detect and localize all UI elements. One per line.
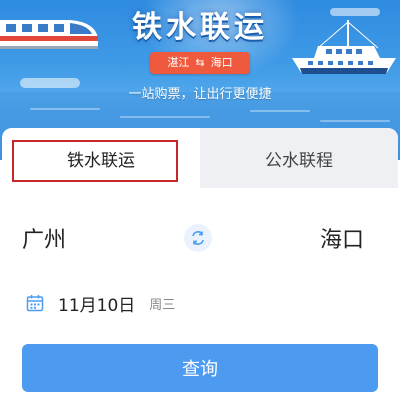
swap-cities-button[interactable]	[184, 224, 212, 252]
tab-label: 公水联程	[265, 150, 333, 171]
date-picker[interactable]: 11月10日 周三	[26, 290, 175, 316]
arrival-city[interactable]: 海口	[320, 222, 364, 254]
banner-slogan: 一站购票，让出行更便捷	[128, 87, 272, 102]
route-swap-icon: ⇆	[195, 56, 205, 69]
departure-city[interactable]: 广州	[22, 222, 66, 254]
wave	[30, 108, 100, 110]
tab-road-sea[interactable]: 公水联程	[200, 128, 398, 188]
tab-bar: 铁水联运 公水联程	[2, 128, 398, 188]
banner-title: 铁水联运	[132, 10, 268, 45]
calendar-icon	[26, 295, 44, 312]
page: 铁水联运 湛江 ⇆ 海口 一站购票，让出行更便捷 铁水联运 公水联程 广州 海口	[0, 0, 400, 405]
weekday-value: 周三	[149, 297, 176, 313]
wave	[120, 116, 210, 118]
query-button-label: 查询	[182, 359, 218, 380]
tab-label: 铁水联运	[67, 150, 135, 171]
route-badge: 湛江 ⇆ 海口	[150, 52, 250, 74]
swap-icon	[192, 231, 204, 245]
date-value: 11月10日	[58, 295, 136, 316]
wave	[250, 110, 310, 112]
query-button[interactable]: 查询	[22, 344, 378, 392]
route-to: 海口	[210, 56, 233, 69]
wave	[320, 120, 390, 122]
tab-rail-sea[interactable]: 铁水联运	[2, 128, 200, 188]
route-from: 湛江	[167, 56, 190, 69]
